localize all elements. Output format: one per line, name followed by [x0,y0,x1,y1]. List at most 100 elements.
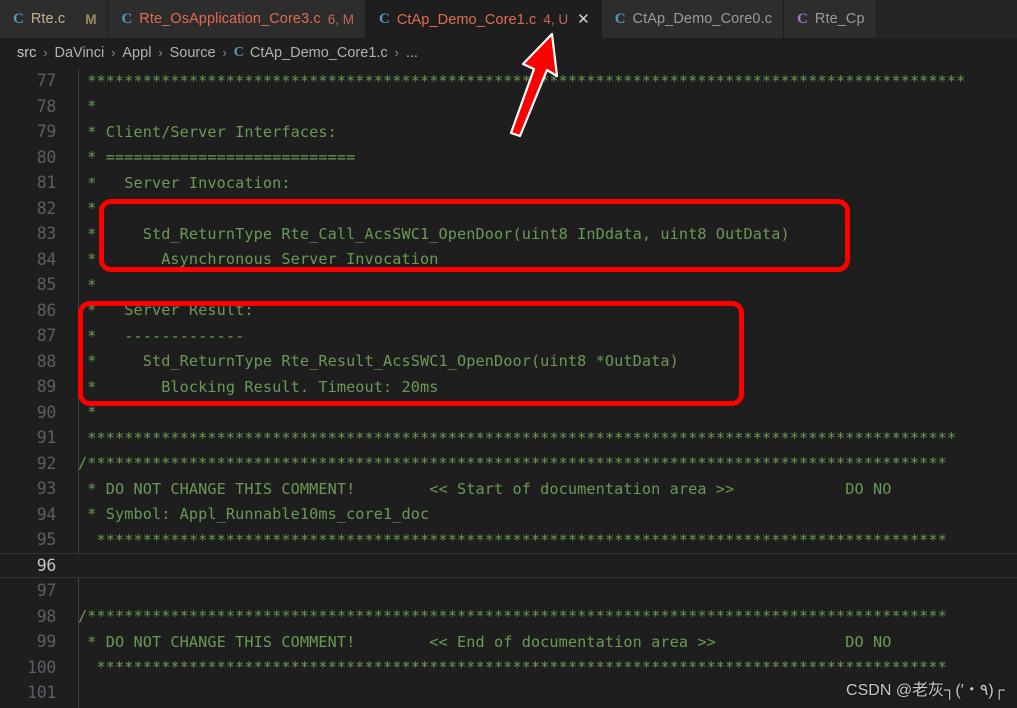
code-token: ****************************************… [78,658,947,677]
code-line[interactable]: 88 * Std_ReturnType Rte_Result_AcsSWC1_O… [0,349,1017,375]
code-line[interactable]: 80 * =========================== [0,145,1017,171]
code-token: * Asynchronous Server Invocation [78,250,439,269]
code-line[interactable]: 98 /*************************************… [0,604,1017,630]
code-line[interactable]: 93 * DO NOT CHANGE THIS COMMENT! << Star… [0,476,1017,502]
code-line-text: * Symbol: Appl_Runnable10ms_core1_doc [68,505,1017,523]
editor-tab-4[interactable]: C CtAp_Demo_Core0.c [601,0,785,38]
code-line[interactable]: 94 * Symbol: Appl_Runnable10ms_core1_doc [0,502,1017,528]
line-number: 89 [36,377,57,397]
code-token: * Std_ReturnType Rte_Result_AcsSWC1_Open… [78,352,679,371]
code-line[interactable]: 83 * Std_ReturnType Rte_Call_AcsSWC1_Ope… [0,221,1017,247]
editor-tab-bar: C Rte.c M C Rte_OsApplication_Core3.c 6, M C Ct… [0,0,1017,38]
code-line[interactable]: 96 [0,552,1017,578]
csdn-watermark: CSDN @老灰┐(′・٩)┌ [846,682,1005,699]
code-token: * DO NOT CHANGE THIS COMMENT! << Start o… [78,479,892,498]
breadcrumb-item-5[interactable]: CtAp_Demo_Core1.c [250,45,388,61]
code-token: ****************************************… [78,530,947,549]
tab-label: Rte_OsApplication_Core3.c [139,11,321,27]
code-line-text: * =========================== [68,148,1017,166]
line-number: 84 [36,249,57,269]
line-number: 99 [36,632,57,652]
code-line-text: * Std_ReturnType Rte_Call_AcsSWC1_OpenDo… [68,225,1017,243]
line-number: 95 [36,530,57,550]
breadcrumb-item-2[interactable]: DaVinci [55,45,105,61]
code-token: * [78,199,97,218]
code-line[interactable]: 81 * Server Invocation: [0,170,1017,196]
line-number: 86 [36,300,57,320]
code-token: * Server Invocation: [78,173,291,192]
code-line[interactable]: 90 * [0,400,1017,426]
breadcrumb-item-6[interactable]: ... [406,45,418,61]
tab-status-badge: 4, U [543,12,569,27]
line-number: 101 [27,683,56,703]
code-line-text: * [68,403,1017,421]
code-line[interactable]: 99 * DO NOT CHANGE THIS COMMENT! << End … [0,629,1017,655]
code-line[interactable]: 91 *************************************… [0,425,1017,451]
code-line-text: * Server Result: [68,301,1017,319]
code-line[interactable]: 84 * Asynchronous Server Invocation [0,247,1017,273]
code-line[interactable]: 95 *************************************… [0,527,1017,553]
code-line-text: * DO NOT CHANGE THIS COMMENT! << Start o… [68,480,1017,498]
code-line-text: * [68,276,1017,294]
code-line[interactable]: 86 * Server Result: [0,298,1017,324]
code-line-text: ****************************************… [68,429,1017,447]
code-editor[interactable]: 77 *************************************… [0,68,1017,708]
editor-tab-1[interactable]: C Rte.c M [0,0,109,38]
tab-label: Rte.c [30,11,66,27]
c-file-icon: C [233,45,244,60]
code-line[interactable]: 78 * [0,94,1017,120]
line-number: 91 [36,428,57,448]
code-line-text: * Client/Server Interfaces: [68,123,1017,141]
c-file-icon: C [378,11,390,27]
code-token: * [78,403,97,422]
code-line[interactable]: 77 *************************************… [0,68,1017,94]
line-number: 78 [36,96,57,116]
code-line-text: ****************************************… [68,658,1017,676]
line-number: 97 [36,581,57,601]
code-token: * Server Result: [78,301,254,320]
tab-status-badge: 6, M [327,11,354,27]
code-line[interactable]: 89 * Blocking Result. Timeout: 20ms [0,374,1017,400]
line-number: 94 [36,504,57,524]
line-number: 90 [36,402,57,422]
c-file-icon: C [13,10,24,27]
code-line[interactable]: 79 * Client/Server Interfaces: [0,119,1017,145]
line-number: 79 [36,122,57,142]
editor-tab-2[interactable]: C Rte_OsApplication_Core3.c 6, M [108,0,366,38]
line-number: 85 [36,275,57,295]
code-line-text: * ------------- [68,327,1017,345]
code-line-text: * DO NOT CHANGE THIS COMMENT! << End of … [68,633,1017,651]
chevron-right-icon: › [394,46,399,60]
code-line-text: /***************************************… [68,607,1017,625]
code-line-text: * Blocking Result. Timeout: 20ms [68,378,1017,396]
code-line-text: * Std_ReturnType Rte_Result_AcsSWC1_Open… [68,352,1017,370]
code-line-text: ****************************************… [68,531,1017,549]
editor-tab-5[interactable]: C Rte_Cp [784,0,877,38]
editor-window: C Rte.c M C Rte_OsApplication_Core3.c 6, M C Ct… [0,0,1017,708]
line-number: 81 [36,173,57,193]
breadcrumb-item-4[interactable]: Source [170,45,216,61]
line-number: 80 [36,147,57,167]
code-line[interactable]: 82 * [0,196,1017,222]
code-line[interactable]: 92 /*************************************… [0,451,1017,477]
line-number: 82 [36,198,57,218]
code-line-text: /***************************************… [68,454,1017,472]
breadcrumb-item-1[interactable]: src [17,45,36,61]
code-line-text: * [68,97,1017,115]
code-token: * DO NOT CHANGE THIS COMMENT! << End of … [78,632,892,651]
code-line[interactable]: 87 * ------------- [0,323,1017,349]
close-icon[interactable]: ✕ [577,12,590,27]
code-line-text: ****************************************… [68,72,1017,90]
tab-label: CtAp_Demo_Core1.c [396,11,537,28]
chevron-right-icon: › [111,46,116,60]
code-line[interactable]: 85 * [0,272,1017,298]
line-number: 93 [36,479,57,499]
breadcrumb: src › DaVinci › Appl › Source › C CtAp_Demo_Core1… [0,38,1017,68]
chevron-right-icon: › [222,46,227,60]
line-number: 87 [36,326,57,346]
breadcrumb-item-3[interactable]: Appl [122,45,151,61]
code-line-text: * Asynchronous Server Invocation [68,250,1017,268]
code-line[interactable]: 97 [0,578,1017,604]
line-number: 77 [36,71,57,91]
editor-tab-3[interactable]: C CtAp_Demo_Core1.c 4, U ✕ [365,0,602,38]
